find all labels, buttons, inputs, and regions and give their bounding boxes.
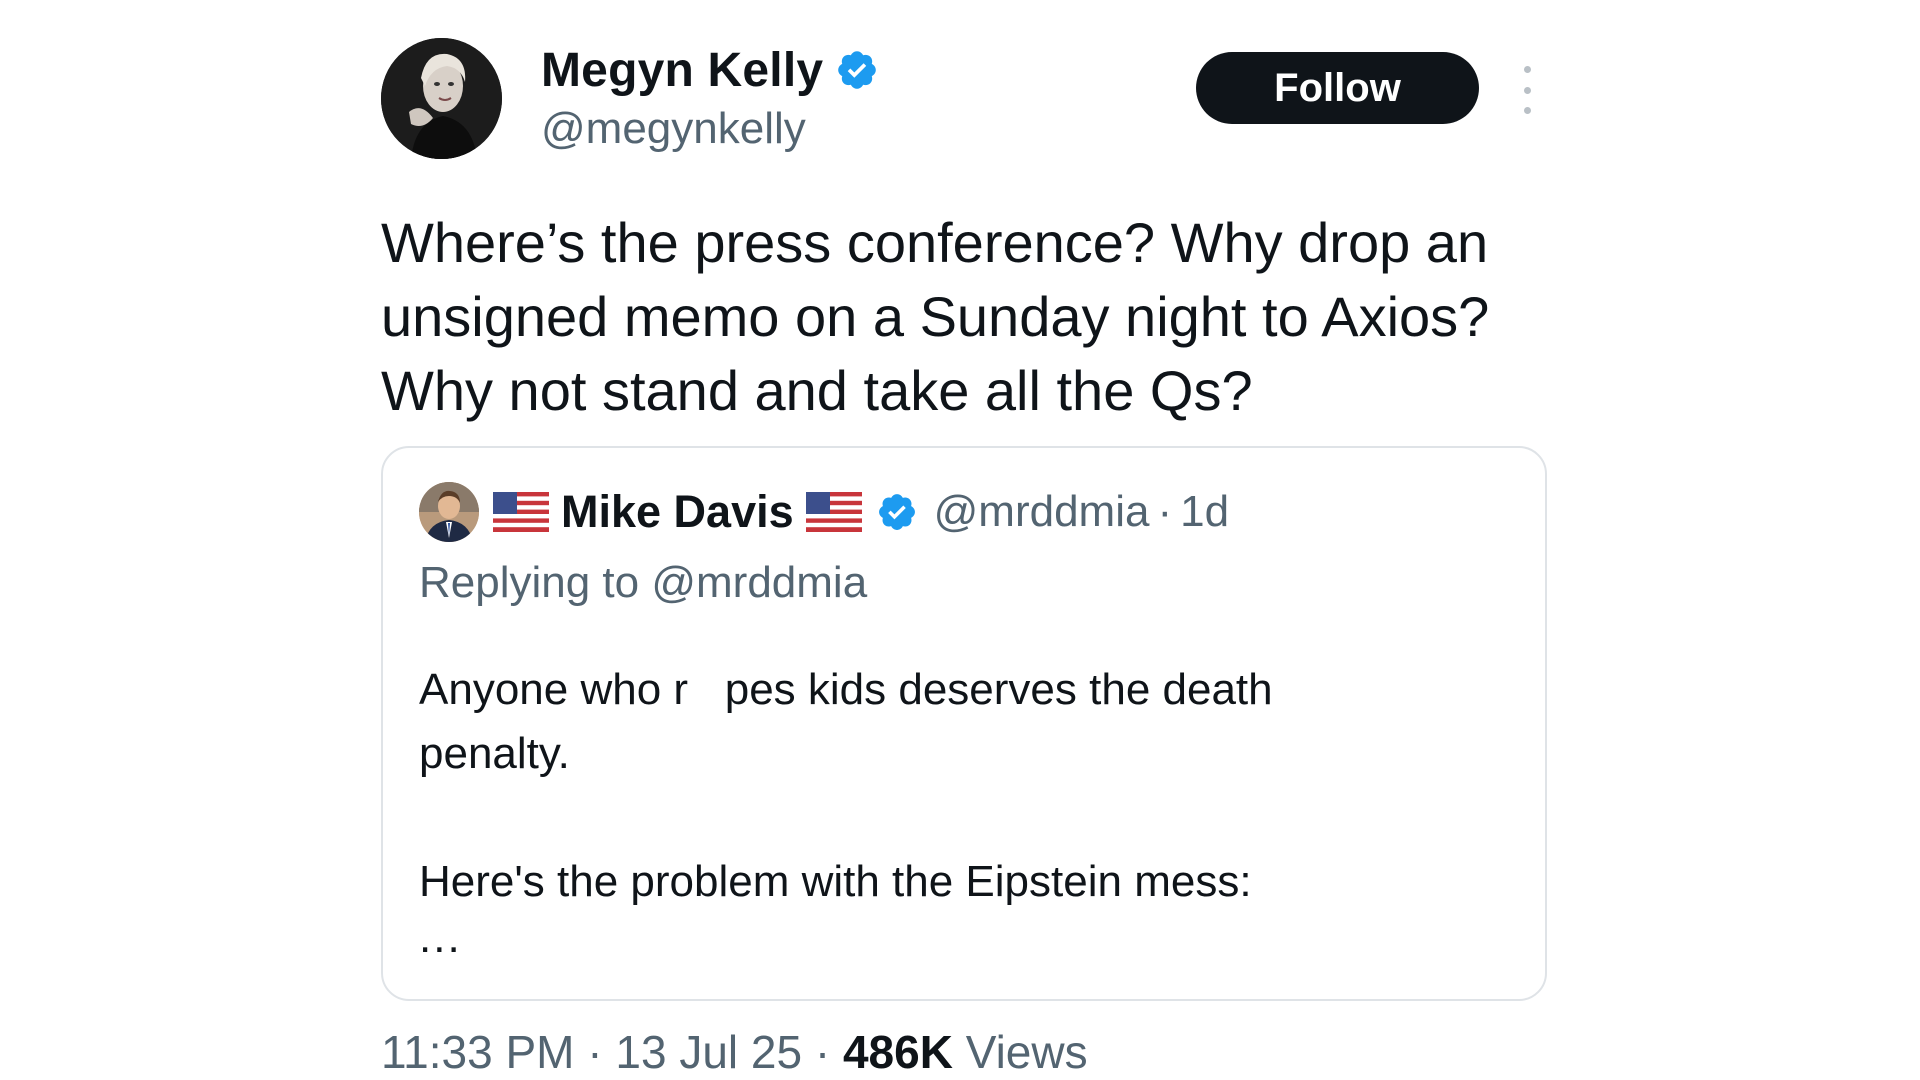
quoted-author-display-name[interactable]: Mike Davis [561,486,794,538]
verified-badge-icon [878,494,915,530]
follow-button[interactable]: Follow [1196,52,1479,124]
quoted-author-avatar[interactable] [419,482,479,542]
replying-to[interactable]: Replying to @mrddmia [419,558,867,608]
tweet-text-line: Where’s the press conference? Why drop a… [381,211,1489,274]
quoted-tweet-body: Anyone who r pes kids deserves the death… [419,658,1419,960]
more-dot [1523,86,1531,94]
page: Megyn Kelly @megynkelly Follow Where’s t… [0,0,1920,1080]
tweet: Megyn Kelly @megynkelly Follow Where’s t… [381,38,1551,1079]
quoted-author-handle[interactable]: @mrddmia [934,487,1150,537]
quoted-timestamp[interactable]: 1d [1180,487,1229,537]
tweet-text-line: Why not stand and take all the Qs? [381,359,1253,422]
us-flag-icon [805,492,862,532]
quoted-tweet-card[interactable]: Mike Davis @mrddmia · 1d Replying to @mr… [381,446,1547,1001]
verified-badge-icon [838,51,877,89]
views-count: 486K [842,1026,953,1078]
meta-separator: · [814,1026,831,1078]
quoted-separator: · [1157,487,1173,536]
quoted-author-avatar-image [419,482,479,542]
more-dot [1523,107,1531,114]
us-flag-icon [493,492,549,532]
author-avatar[interactable] [381,38,502,159]
author-avatar-image [381,38,502,159]
display-name-row: Megyn Kelly [541,40,879,100]
quoted-body-line: penalty. [419,729,570,778]
tweet-date[interactable]: 13 Jul 25 [615,1026,802,1078]
more-vertical-icon[interactable] [1517,66,1537,114]
author-handle[interactable]: @megynkelly [541,104,879,154]
tweet-text: Where’s the press conference? Why drop a… [381,206,1581,428]
quoted-tweet-header: Mike Davis @mrddmia · 1d [419,482,1229,542]
more-dot [1523,66,1531,73]
tweet-header: Megyn Kelly @megynkelly Follow [381,38,1551,162]
tweet-time[interactable]: 11:33 PM [381,1026,574,1078]
show-more-ellipsis[interactable]: ... [419,916,1419,960]
tweet-text-line: unsigned memo on a Sunday night to Axios… [381,285,1490,348]
author-name-block: Megyn Kelly @megynkelly [541,40,879,154]
tweet-meta: 11:33 PM · 13 Jul 25 · 486K Views [381,1025,1551,1079]
meta-separator: · [587,1026,603,1078]
views-label: Views [965,1026,1088,1078]
quoted-body-line: Here's the problem with the Eipstein mes… [419,857,1252,906]
quoted-body-line: Anyone who r pes kids deserves the death [419,665,1273,714]
author-display-name[interactable]: Megyn Kelly [541,43,823,98]
